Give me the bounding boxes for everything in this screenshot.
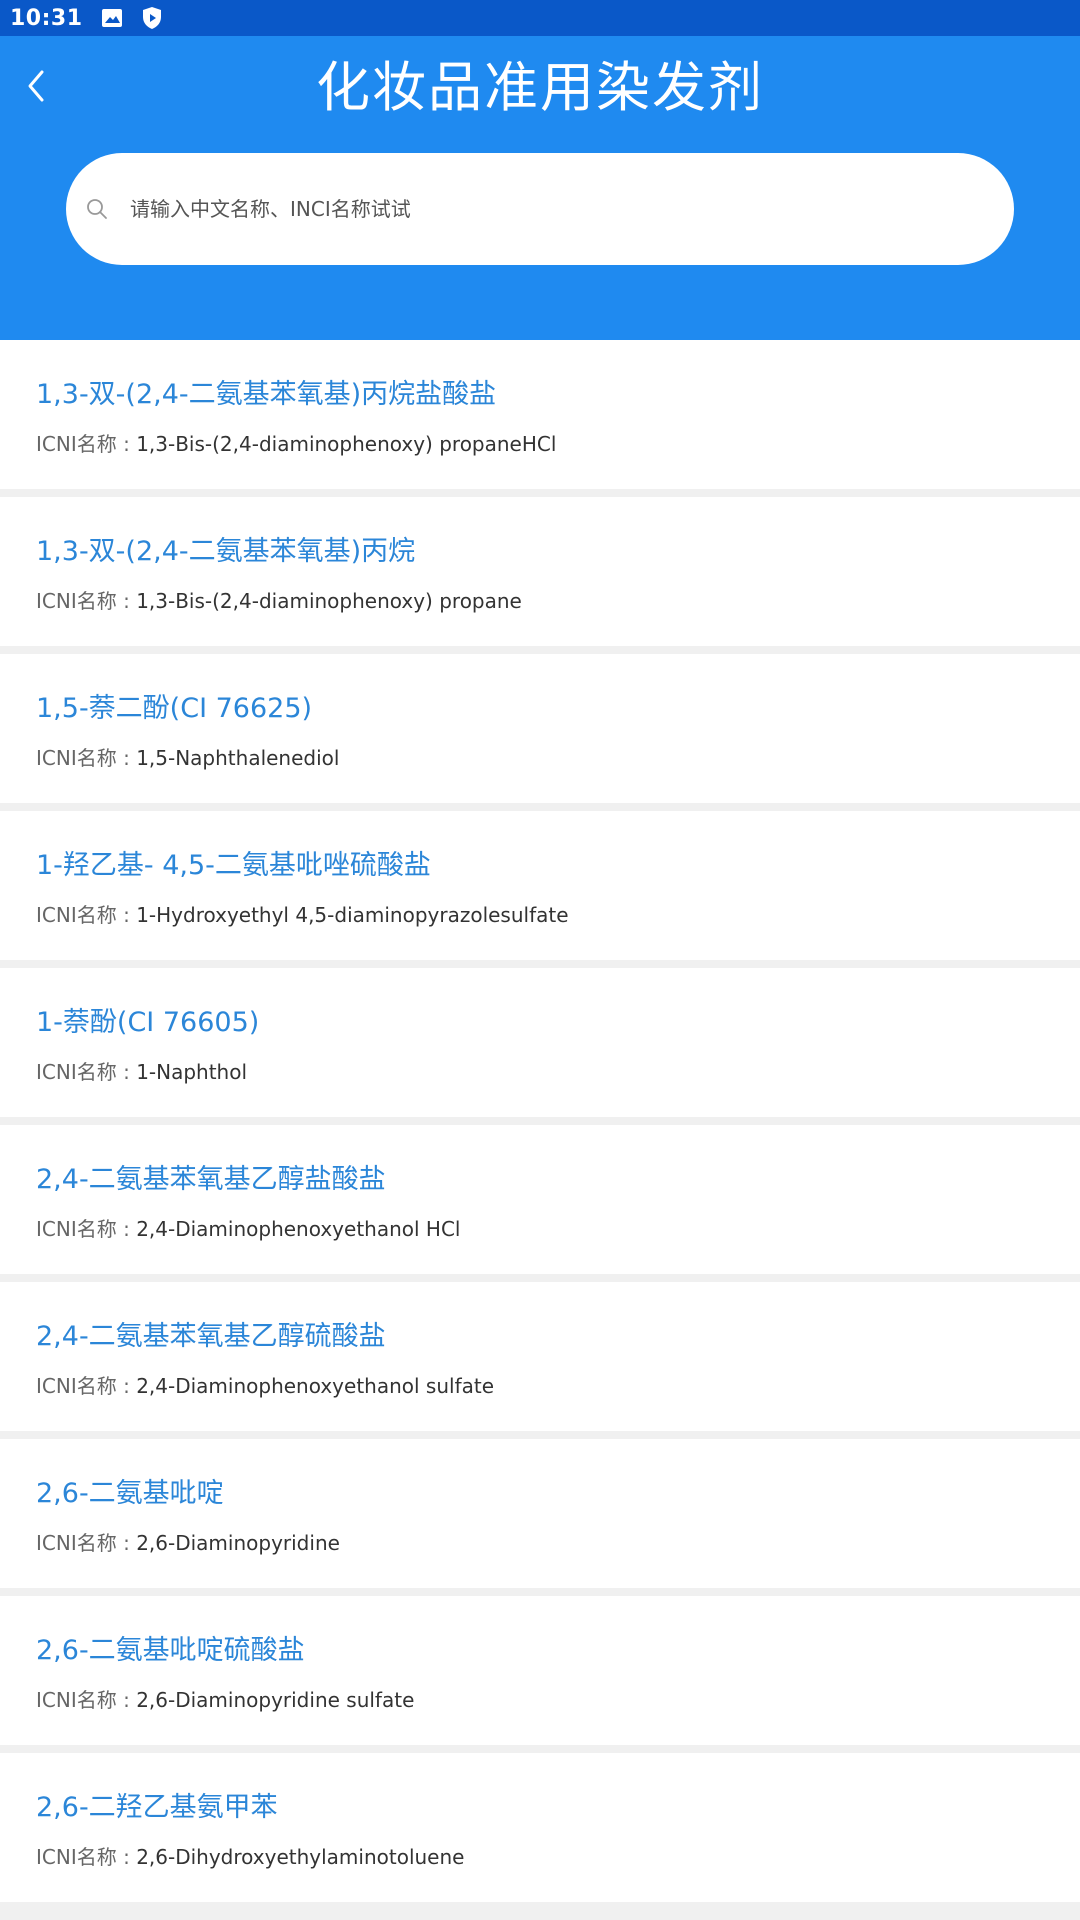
inci-value: 2,6-Diaminopyridine (136, 1531, 340, 1555)
item-inci: ICNI名称 : 2,4-Diaminophenoxyethanol sulfa… (36, 1370, 494, 1399)
inci-label: ICNI名称 : (36, 746, 137, 770)
inci-label: ICNI名称 : (36, 903, 137, 927)
status-time: 10:31 (10, 5, 83, 31)
list-item[interactable]: 1,3-双-(2,4-二氨基苯氧基)丙烷 ICNI名称 : 1,3-Bis-(2… (0, 497, 1080, 646)
item-inci: ICNI名称 : 1-Hydroxyethyl 4,5-diaminopyraz… (36, 899, 569, 928)
list-item[interactable]: 1-萘酚(CI 76605) ICNI名称 : 1-Naphthol (0, 968, 1080, 1117)
inci-value: 2,6-Diaminopyridine sulfate (136, 1688, 415, 1712)
item-inci: ICNI名称 : 1,3-Bis-(2,4-diaminophenoxy) pr… (36, 428, 556, 457)
inci-value: 2,4-Diaminophenoxyethanol HCl (136, 1217, 461, 1241)
search-icon (82, 194, 112, 224)
header: 化妆品准用染发剂 (0, 36, 1080, 340)
inci-value: 1-Naphthol (136, 1060, 248, 1084)
inci-value: 2,4-Diaminophenoxyethanol sulfate (136, 1374, 495, 1398)
inci-label: ICNI名称 : (36, 1374, 137, 1398)
item-inci: ICNI名称 : 1-Naphthol (36, 1056, 247, 1085)
inci-value: 1,3-Bis-(2,4-diaminophenoxy) propaneHCl (136, 432, 557, 456)
inci-value: 2,6-Dihydroxyethylaminotoluene (136, 1845, 465, 1869)
list-item[interactable]: 1-羟乙基- 4,5-二氨基吡唑硫酸盐 ICNI名称 : 1-Hydroxyet… (0, 811, 1080, 960)
item-name: 2,4-二氨基苯氧基乙醇硫酸盐 (36, 1321, 386, 1352)
list-item[interactable]: 1,5-萘二酚(CI 76625) ICNI名称 : 1,5-Naphthale… (0, 654, 1080, 803)
image-icon (101, 8, 123, 28)
ingredient-list: 1,3-双-(2,4-二氨基苯氧基)丙烷盐酸盐 ICNI名称 : 1,3-Bis… (0, 340, 1080, 1910)
item-name: 1,5-萘二酚(CI 76625) (36, 693, 313, 724)
list-item[interactable]: 2,4-二氨基苯氧基乙醇硫酸盐 ICNI名称 : 2,4-Diaminophen… (0, 1282, 1080, 1431)
inci-value: 1,5-Naphthalenediol (136, 746, 340, 770)
list-item[interactable]: 2,6-二氨基吡啶 ICNI名称 : 2,6-Diaminopyridine (0, 1439, 1080, 1588)
item-name: 2,4-二氨基苯氧基乙醇盐酸盐 (36, 1164, 386, 1195)
item-inci: ICNI名称 : 2,6-Dihydroxyethylaminotoluene (36, 1841, 464, 1870)
item-inci: ICNI名称 : 2,4-Diaminophenoxyethanol HCl (36, 1213, 460, 1242)
inci-value: 1-Hydroxyethyl 4,5-diaminopyrazolesulfat… (136, 903, 569, 927)
inci-label: ICNI名称 : (36, 1531, 137, 1555)
item-name: 2,6-二氨基吡啶 (36, 1478, 224, 1509)
item-inci: ICNI名称 : 2,6-Diaminopyridine (36, 1527, 340, 1556)
list-item[interactable]: 1,3-双-(2,4-二氨基苯氧基)丙烷盐酸盐 ICNI名称 : 1,3-Bis… (0, 340, 1080, 489)
list-item[interactable]: 2,4-二氨基苯氧基乙醇盐酸盐 ICNI名称 : 2,4-Diaminophen… (0, 1125, 1080, 1274)
inci-value: 1,3-Bis-(2,4-diaminophenoxy) propane (136, 589, 522, 613)
item-inci: ICNI名称 : 1,5-Naphthalenediol (36, 742, 339, 771)
item-name: 1,3-双-(2,4-二氨基苯氧基)丙烷盐酸盐 (36, 379, 497, 410)
search-input[interactable] (130, 179, 990, 239)
item-name: 2,6-二羟乙基氨甲苯 (36, 1792, 278, 1823)
list-item[interactable]: 2,6-二羟乙基氨甲苯 ICNI名称 : 2,6-Dihydroxyethyla… (0, 1753, 1080, 1902)
item-inci: ICNI名称 : 2,6-Diaminopyridine sulfate (36, 1684, 414, 1713)
status-bar: 10:31 (0, 0, 1080, 36)
item-name: 1,3-双-(2,4-二氨基苯氧基)丙烷 (36, 536, 416, 567)
inci-label: ICNI名称 : (36, 1060, 137, 1084)
inci-label: ICNI名称 : (36, 432, 137, 456)
item-name: 1-萘酚(CI 76605) (36, 1007, 260, 1038)
item-inci: ICNI名称 : 1,3-Bis-(2,4-diaminophenoxy) pr… (36, 585, 522, 614)
page-title: 化妆品准用染发剂 (316, 56, 764, 119)
inci-label: ICNI名称 : (36, 1688, 137, 1712)
list-item[interactable]: 2,6-二氨基吡啶硫酸盐 ICNI名称 : 2,6-Diaminopyridin… (0, 1596, 1080, 1745)
inci-label: ICNI名称 : (36, 1845, 137, 1869)
inci-label: ICNI名称 : (36, 589, 137, 613)
shield-play-icon (141, 6, 163, 30)
item-name: 2,6-二氨基吡啶硫酸盐 (36, 1635, 305, 1666)
search-box[interactable] (66, 153, 1014, 265)
inci-label: ICNI名称 : (36, 1217, 137, 1241)
item-name: 1-羟乙基- 4,5-二氨基吡唑硫酸盐 (36, 850, 431, 881)
